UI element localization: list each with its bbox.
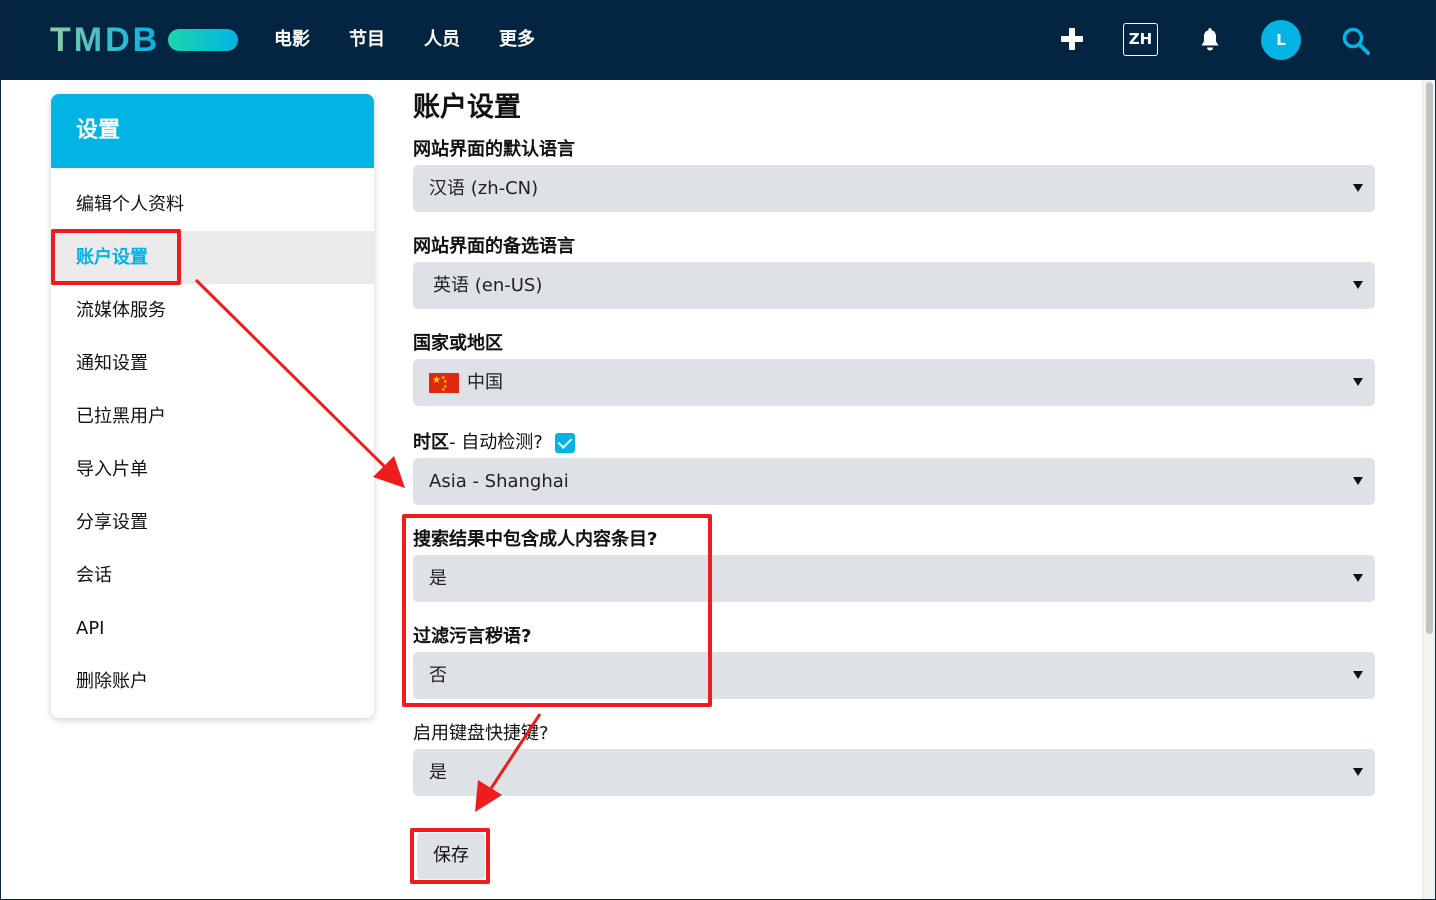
language-switch-button[interactable]: ZH bbox=[1123, 23, 1158, 56]
timezone-label-row: 时区 - 自动检测? bbox=[413, 430, 575, 456]
timezone-select[interactable]: Asia - Shanghai bbox=[413, 458, 1375, 505]
country-value: 中国 bbox=[467, 372, 503, 393]
sidebar-item-streaming-services[interactable]: 流媒体服务 bbox=[51, 284, 374, 337]
chevron-down-icon bbox=[1353, 184, 1363, 192]
highlight-box-save bbox=[410, 828, 490, 884]
main-nav: 电影 节目 人员 更多 bbox=[274, 26, 574, 54]
sidebar-title: 设置 bbox=[51, 94, 374, 168]
country-select[interactable]: ★ ★ ★ ★ ★ 中国 bbox=[413, 359, 1375, 406]
sidebar-item-notification-settings[interactable]: 通知设置 bbox=[51, 337, 374, 390]
nav-movies[interactable]: 电影 bbox=[274, 26, 310, 54]
nav-more[interactable]: 更多 bbox=[499, 26, 535, 54]
add-plus-icon[interactable] bbox=[1060, 27, 1084, 51]
logo-text: TMDB bbox=[50, 20, 161, 59]
fallback-language-select[interactable]: 英语 (en-US) bbox=[413, 262, 1375, 309]
chevron-down-icon bbox=[1353, 574, 1363, 582]
highlight-box-content-options bbox=[402, 514, 712, 707]
fallback-language-value: 英语 (en-US) bbox=[433, 275, 543, 296]
timezone-value: Asia - Shanghai bbox=[429, 471, 569, 492]
country-label: 国家或地区 bbox=[413, 333, 503, 354]
user-avatar[interactable]: L bbox=[1261, 20, 1301, 60]
sidebar-item-sharing-settings[interactable]: 分享设置 bbox=[51, 496, 374, 549]
chevron-down-icon bbox=[1353, 768, 1363, 776]
chevron-down-icon bbox=[1353, 671, 1363, 679]
chevron-down-icon bbox=[1353, 378, 1363, 386]
keyboard-shortcuts-select[interactable]: 是 bbox=[413, 749, 1375, 796]
default-language-value: 汉语 (zh-CN) bbox=[429, 178, 539, 199]
sidebar-item-delete-account[interactable]: 删除账户 bbox=[51, 655, 374, 708]
nav-people[interactable]: 人员 bbox=[424, 26, 460, 54]
china-flag-icon: ★ ★ ★ ★ ★ bbox=[429, 372, 459, 393]
notification-bell-icon[interactable] bbox=[1199, 28, 1221, 52]
fallback-language-label: 网站界面的备选语言 bbox=[413, 236, 575, 257]
logo-pill-shape bbox=[168, 29, 239, 51]
search-icon[interactable] bbox=[1341, 26, 1371, 56]
top-navigation-bar: TMDB 电影 节目 人员 更多 ZH L bbox=[0, 0, 1436, 80]
sidebar-item-edit-profile[interactable]: 编辑个人资料 bbox=[51, 178, 374, 231]
tmdb-logo[interactable]: TMDB bbox=[50, 20, 239, 59]
sidebar-item-blocked-users[interactable]: 已拉黑用户 bbox=[51, 390, 374, 443]
scrollbar-thumb[interactable] bbox=[1426, 82, 1433, 634]
timezone-label: 时区 bbox=[413, 432, 449, 453]
default-language-label: 网站界面的默认语言 bbox=[413, 139, 575, 160]
highlight-box-account-settings bbox=[51, 229, 181, 285]
page-title: 账户设置 bbox=[413, 92, 521, 123]
sidebar-item-import-list[interactable]: 导入片单 bbox=[51, 443, 374, 496]
page-scrollbar[interactable] bbox=[1422, 80, 1435, 900]
keyboard-shortcuts-value: 是 bbox=[429, 762, 447, 783]
nav-tv-shows[interactable]: 节目 bbox=[349, 26, 385, 54]
auto-detect-checkbox[interactable] bbox=[554, 433, 575, 453]
chevron-down-icon bbox=[1353, 281, 1363, 289]
sidebar-item-api[interactable]: API bbox=[51, 602, 374, 655]
settings-sidebar: 设置 编辑个人资料 账户设置 流媒体服务 通知设置 已拉黑用户 导入片单 分享设… bbox=[51, 94, 374, 718]
keyboard-shortcuts-label: 启用键盘快捷键? bbox=[413, 723, 549, 744]
chevron-down-icon bbox=[1353, 477, 1363, 485]
sidebar-item-sessions[interactable]: 会话 bbox=[51, 549, 374, 602]
default-language-select[interactable]: 汉语 (zh-CN) bbox=[413, 165, 1375, 212]
timezone-auto-detect-label: - 自动检测? bbox=[449, 432, 543, 453]
